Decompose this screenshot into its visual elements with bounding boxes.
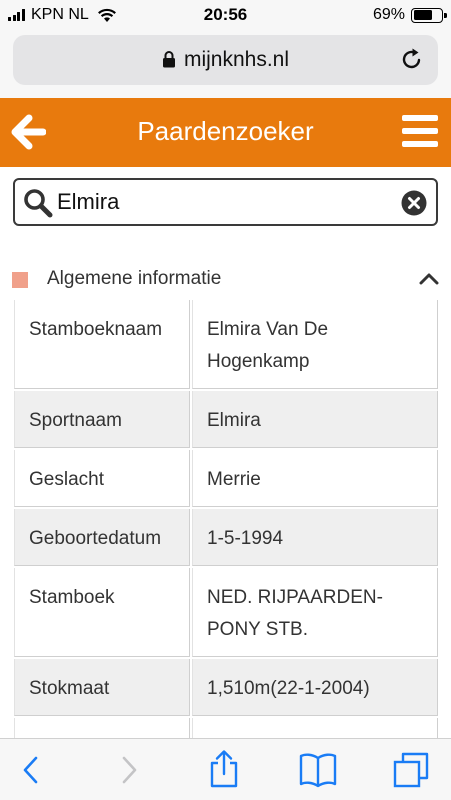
row-label: Sportnaam — [14, 391, 190, 448]
row-value: 1-5-1994 — [192, 509, 438, 566]
clear-icon[interactable] — [401, 190, 427, 216]
chevron-up-icon[interactable] — [419, 272, 439, 286]
search-box — [13, 178, 438, 226]
row-value: Elmira — [192, 391, 438, 448]
table-row: Stamboeknaam Elmira Van De Hogenkamp — [14, 300, 438, 389]
battery-percent: 69% — [372, 6, 405, 23]
row-label: Stamboek — [14, 568, 190, 657]
browser-toolbar — [0, 738, 451, 800]
row-value: Merrie — [192, 450, 438, 507]
row-label: Stokmaat — [14, 659, 190, 716]
table-row: Sportnaam Elmira — [14, 391, 438, 448]
share-icon[interactable] — [207, 749, 241, 789]
menu-icon[interactable] — [402, 115, 438, 147]
row-value: Elmira Van De Hogenkamp — [192, 300, 438, 389]
row-value: 1,510m(22-1-2004) — [192, 659, 438, 716]
app-header: Paardenzoeker — [0, 98, 451, 167]
browser-address-area: mijnknhs.nl — [0, 30, 451, 98]
forward-icon[interactable] — [118, 753, 140, 787]
table-row: Geboortedatum 1-5-1994 — [14, 509, 438, 566]
back-icon[interactable] — [20, 753, 42, 787]
lock-icon — [162, 51, 175, 68]
bookmarks-icon[interactable] — [298, 752, 338, 788]
table-row: Stokmaat 1,510m(22-1-2004) — [14, 659, 438, 716]
battery-icon — [411, 7, 447, 23]
section-title: Algemene informatie — [47, 268, 222, 289]
status-bar: KPN NL 20:56 69% — [0, 0, 451, 30]
address-bar[interactable]: mijnknhs.nl — [13, 35, 438, 85]
section-marker — [12, 272, 28, 288]
search-input[interactable] — [57, 187, 397, 217]
table-row: Stamboek NED. RIJPAARDEN-PONY STB. — [14, 568, 438, 657]
row-label: Geboortedatum — [14, 509, 190, 566]
search-icon — [24, 189, 53, 218]
row-label: Stamboeknaam — [14, 300, 190, 389]
url-text: mijnknhs.nl — [183, 48, 290, 71]
table-row: Geslacht Merrie — [14, 450, 438, 507]
tabs-icon[interactable] — [392, 751, 430, 789]
info-table: Stamboeknaam Elmira Van De Hogenkamp Spo… — [14, 300, 438, 777]
page-title: Paardenzoeker — [137, 116, 314, 146]
section-header[interactable]: Algemene informatie — [0, 262, 451, 298]
row-label: Geslacht — [14, 450, 190, 507]
reload-icon[interactable] — [400, 47, 424, 72]
status-right: 69% — [372, 6, 447, 24]
row-value: NED. RIJPAARDEN-PONY STB. — [192, 568, 438, 657]
